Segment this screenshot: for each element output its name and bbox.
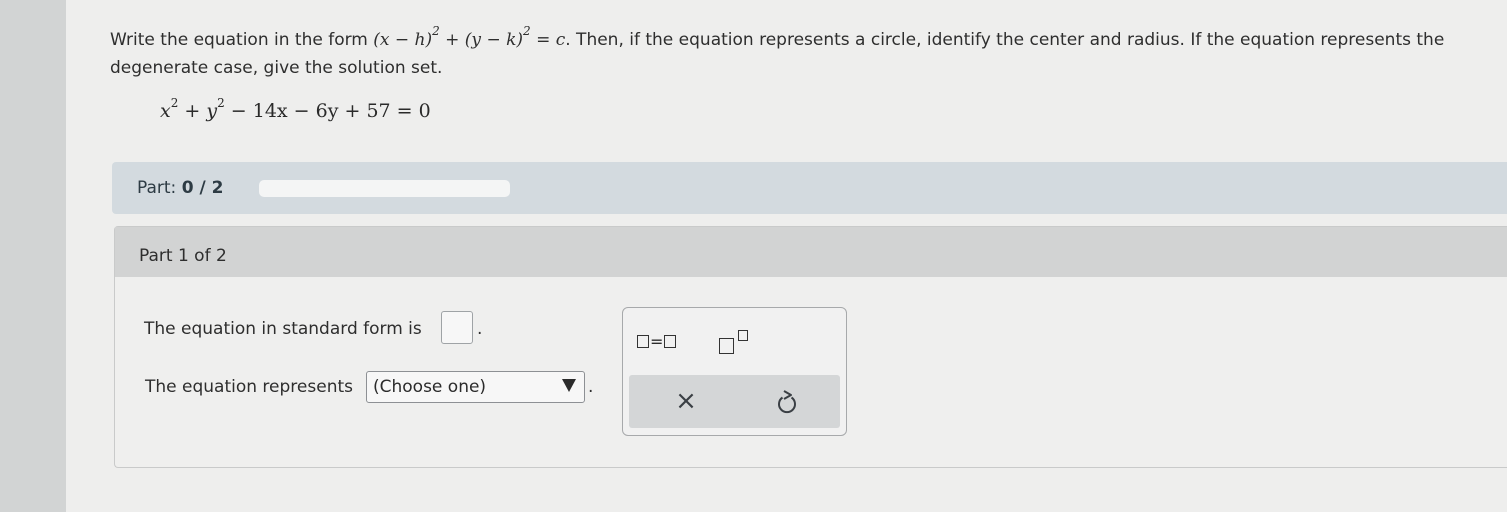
- dropdown-arrow-icon: [562, 379, 576, 392]
- form-part-y: + (y − k): [439, 30, 524, 50]
- form-equation: (x − h)2 + (y − k)2 = c: [373, 25, 566, 50]
- standard-form-input[interactable]: [441, 311, 473, 344]
- progress-label: Part: 0 / 2: [137, 178, 223, 198]
- part-header: Part 1 of 2: [115, 227, 1507, 277]
- given-exp-2: 2: [217, 96, 225, 110]
- form-exponent-1: 2: [432, 24, 440, 38]
- form-part-x: (x − h): [373, 30, 433, 50]
- progress-label-text: Part:: [137, 178, 177, 198]
- question-instructions: Write the equation in the form (x − h)2 …: [110, 25, 1500, 82]
- progress-bar: [259, 180, 510, 197]
- given-equation: x2 + y2 − 14x − 6y + 57 = 0: [160, 97, 431, 122]
- superscript-small-box: [738, 330, 748, 341]
- represents-period: .: [588, 377, 594, 397]
- standard-form-label: The equation in standard form is: [144, 319, 422, 339]
- toolbox-actions: ×: [629, 375, 840, 428]
- equals-sign: =: [650, 332, 664, 351]
- math-toolbox: = ×: [622, 307, 847, 436]
- represents-select[interactable]: (Choose one): [366, 371, 585, 403]
- given-rest: − 14x − 6y + 57 = 0: [224, 100, 431, 122]
- form-exponent-2: 2: [523, 24, 531, 38]
- equals-tool-button[interactable]: =: [637, 332, 677, 351]
- represents-select-value: (Choose one): [373, 377, 487, 397]
- superscript-icon: [719, 338, 734, 354]
- instructions-text-start: Write the equation in the form: [110, 30, 374, 50]
- represents-label: The equation represents: [145, 377, 353, 397]
- progress-value: 0 / 2: [181, 178, 224, 198]
- undo-icon[interactable]: [775, 389, 799, 415]
- placeholder-box-icon: [664, 335, 677, 348]
- given-x: x: [160, 100, 171, 122]
- form-part-c: = c: [530, 30, 566, 50]
- close-icon[interactable]: ×: [673, 386, 699, 416]
- standard-form-period: .: [477, 319, 483, 339]
- placeholder-box-icon: [637, 335, 649, 348]
- given-y: + y: [178, 100, 218, 122]
- superscript-tool-button[interactable]: [719, 326, 755, 356]
- part-title: Part 1 of 2: [139, 246, 227, 266]
